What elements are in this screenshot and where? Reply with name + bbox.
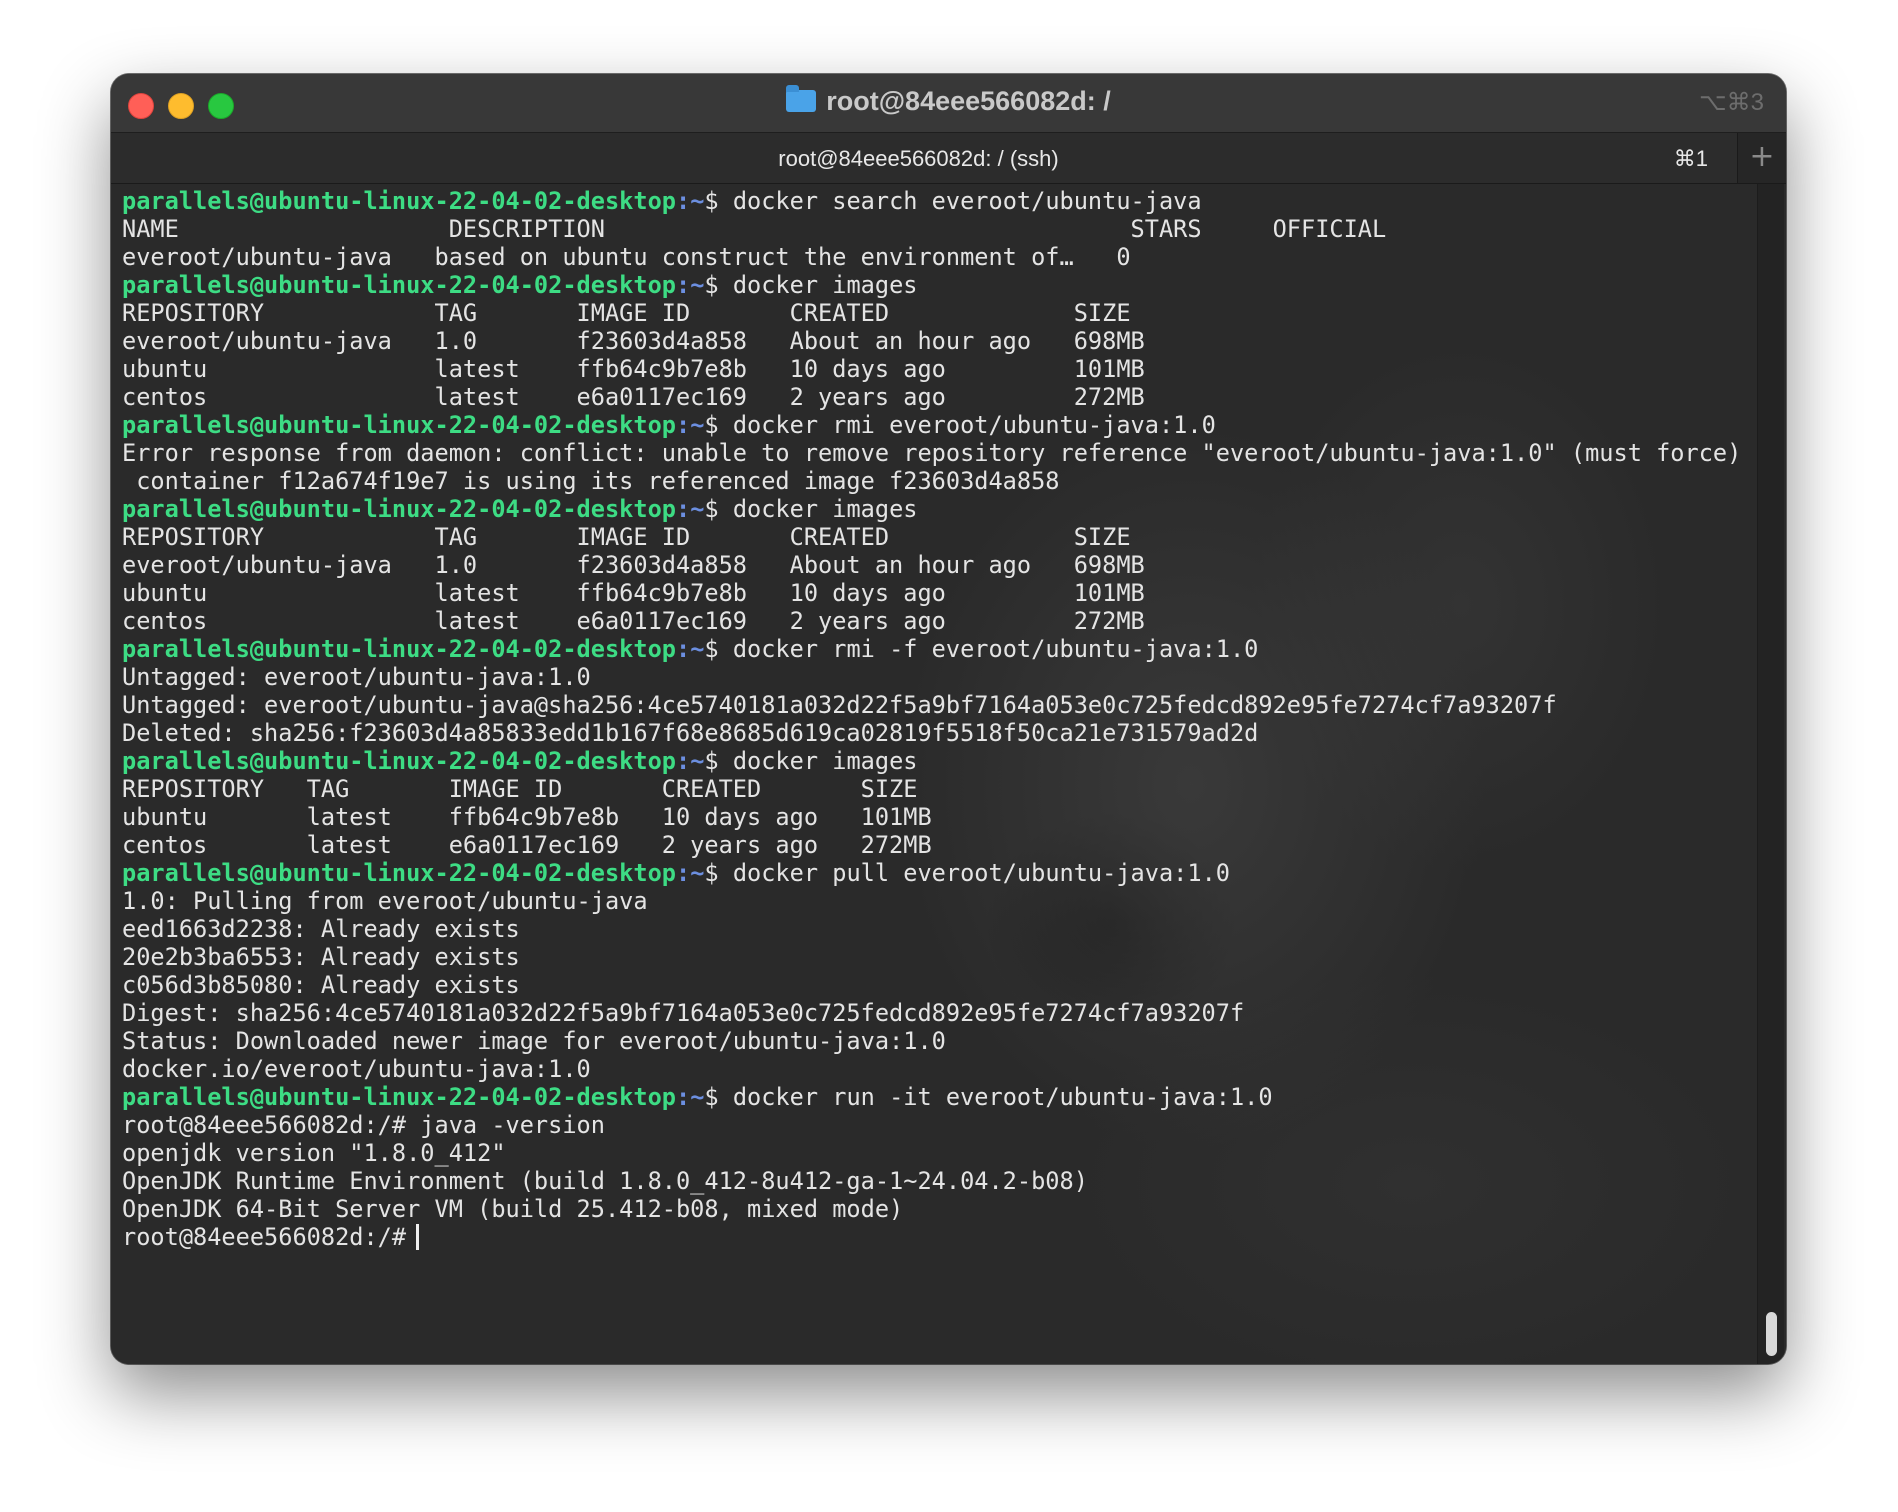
prompt-path: :~	[675, 271, 705, 299]
command-line: parallels@ubuntu-linux-22-04-02-desktop:…	[122, 747, 1756, 775]
prompt-path: :~	[675, 1083, 705, 1111]
command-line: parallels@ubuntu-linux-22-04-02-desktop:…	[122, 187, 1756, 215]
output-line: docker.io/everoot/ubuntu-java:1.0	[122, 1055, 591, 1083]
tab-shortcut: ⌘1	[1673, 146, 1708, 171]
output-line: ubuntu latest ffb64c9b7e8b 10 days ago 1…	[122, 579, 1145, 607]
output-line: OpenJDK 64-Bit Server VM (build 25.412-b…	[122, 1195, 904, 1223]
command-line: parallels@ubuntu-linux-22-04-02-desktop:…	[122, 635, 1756, 663]
prompt-path: :~	[675, 411, 705, 439]
output-line: centos latest e6a0117ec169 2 years ago 2…	[122, 607, 1145, 635]
output-line: NAME DESCRIPTION STARS OFFICIAL	[122, 215, 1387, 243]
text-cursor[interactable]	[416, 1224, 420, 1250]
output-line: ubuntu latest ffb64c9b7e8b 10 days ago 1…	[122, 803, 932, 831]
output-line: REPOSITORY TAG IMAGE ID CREATED SIZE	[122, 299, 1131, 327]
prompt-user-host: parallels@ubuntu-linux-22-04-02-desktop	[122, 747, 676, 775]
scrollbar-thumb[interactable]	[1766, 1312, 1777, 1356]
command-text: $ docker search everoot/ubuntu-java	[704, 187, 1202, 215]
prompt-user-host: parallels@ubuntu-linux-22-04-02-desktop	[122, 187, 676, 215]
output-line: Deleted: sha256:f23603d4a85833edd1b167f6…	[122, 719, 1259, 747]
scrollbar[interactable]	[1757, 184, 1784, 1364]
prompt-path: :~	[675, 747, 705, 775]
window-shortcut: ⌥⌘3	[1698, 89, 1764, 116]
output-line: container f12a674f19e7 is using its refe…	[122, 467, 1060, 495]
output-line: ubuntu latest ffb64c9b7e8b 10 days ago 1…	[122, 355, 1145, 383]
command-line: parallels@ubuntu-linux-22-04-02-desktop:…	[122, 1083, 1756, 1111]
output-line: centos latest e6a0117ec169 2 years ago 2…	[122, 831, 932, 859]
prompt-user-host: parallels@ubuntu-linux-22-04-02-desktop	[122, 495, 676, 523]
prompt-user-host: parallels@ubuntu-linux-22-04-02-desktop	[122, 271, 676, 299]
command-text: $ docker images	[704, 495, 918, 523]
command-text: $ docker images	[704, 271, 918, 299]
prompt-path: :~	[675, 859, 705, 887]
tab-bar: root@84eee566082d: / (ssh) ⌘1 +	[111, 133, 1786, 184]
prompt-user-host: parallels@ubuntu-linux-22-04-02-desktop	[122, 1083, 676, 1111]
output-line: REPOSITORY TAG IMAGE ID CREATED SIZE	[122, 775, 918, 803]
tab-ssh[interactable]: root@84eee566082d: / (ssh)	[111, 146, 1726, 172]
prompt-path: :~	[675, 635, 705, 663]
prompt-path: :~	[675, 495, 705, 523]
output-line: everoot/ubuntu-java based on ubuntu cons…	[122, 243, 1131, 271]
command-line: parallels@ubuntu-linux-22-04-02-desktop:…	[122, 859, 1756, 887]
window-title: root@84eee566082d: /	[111, 85, 1786, 117]
command-line: parallels@ubuntu-linux-22-04-02-desktop:…	[122, 411, 1756, 439]
prompt-path: :~	[675, 187, 705, 215]
command-text: $ docker rmi everoot/ubuntu-java:1.0	[704, 411, 1216, 439]
output-line: REPOSITORY TAG IMAGE ID CREATED SIZE	[122, 523, 1131, 551]
prompt-user-host: parallels@ubuntu-linux-22-04-02-desktop	[122, 411, 676, 439]
prompt-user-host: parallels@ubuntu-linux-22-04-02-desktop	[122, 635, 676, 663]
output-line: eed1663d2238: Already exists	[122, 915, 520, 943]
title-bar[interactable]: root@84eee566082d: / ⌥⌘3	[111, 74, 1786, 133]
output-line: everoot/ubuntu-java 1.0 f23603d4a858 Abo…	[122, 551, 1145, 579]
output-line: Error response from daemon: conflict: un…	[122, 439, 1770, 467]
command-text: $ docker run -it everoot/ubuntu-java:1.0	[704, 1083, 1273, 1111]
terminal-output[interactable]: parallels@ubuntu-linux-22-04-02-desktop:…	[111, 184, 1786, 1364]
output-line: Status: Downloaded newer image for evero…	[122, 1027, 946, 1055]
output-line: OpenJDK Runtime Environment (build 1.8.0…	[122, 1167, 1088, 1195]
output-line: centos latest e6a0117ec169 2 years ago 2…	[122, 383, 1145, 411]
output-line: 20e2b3ba6553: Already exists	[122, 943, 520, 971]
command-line: parallels@ubuntu-linux-22-04-02-desktop:…	[122, 271, 1756, 299]
prompt-user-host: parallels@ubuntu-linux-22-04-02-desktop	[122, 859, 676, 887]
root-prompt: root@84eee566082d:/#	[122, 1223, 407, 1251]
command-text: $ docker pull everoot/ubuntu-java:1.0	[704, 859, 1230, 887]
output-line: Untagged: everoot/ubuntu-java:1.0	[122, 663, 591, 691]
terminal-lines: parallels@ubuntu-linux-22-04-02-desktop:…	[122, 187, 1770, 1251]
output-line: everoot/ubuntu-java 1.0 f23603d4a858 Abo…	[122, 327, 1145, 355]
window-title-text: root@84eee566082d: /	[826, 86, 1111, 116]
folder-icon	[786, 85, 817, 112]
output-line: c056d3b85080: Already exists	[122, 971, 520, 999]
command-text: $ docker images	[704, 747, 918, 775]
active-prompt-line: root@84eee566082d:/#	[122, 1223, 1756, 1251]
new-tab-button[interactable]: +	[1737, 133, 1786, 183]
command-text: $ docker rmi -f everoot/ubuntu-java:1.0	[704, 635, 1259, 663]
terminal-window: root@84eee566082d: / ⌥⌘3 root@84eee56608…	[111, 74, 1786, 1364]
output-line: openjdk version "1.8.0_412"	[122, 1139, 506, 1167]
command-line: parallels@ubuntu-linux-22-04-02-desktop:…	[122, 495, 1756, 523]
output-line: 1.0: Pulling from everoot/ubuntu-java	[122, 887, 648, 915]
output-line: Untagged: everoot/ubuntu-java@sha256:4ce…	[122, 691, 1557, 719]
output-line: Digest: sha256:4ce5740181a032d22f5a9bf71…	[122, 999, 1245, 1027]
output-line: root@84eee566082d:/# java -version	[122, 1111, 605, 1139]
